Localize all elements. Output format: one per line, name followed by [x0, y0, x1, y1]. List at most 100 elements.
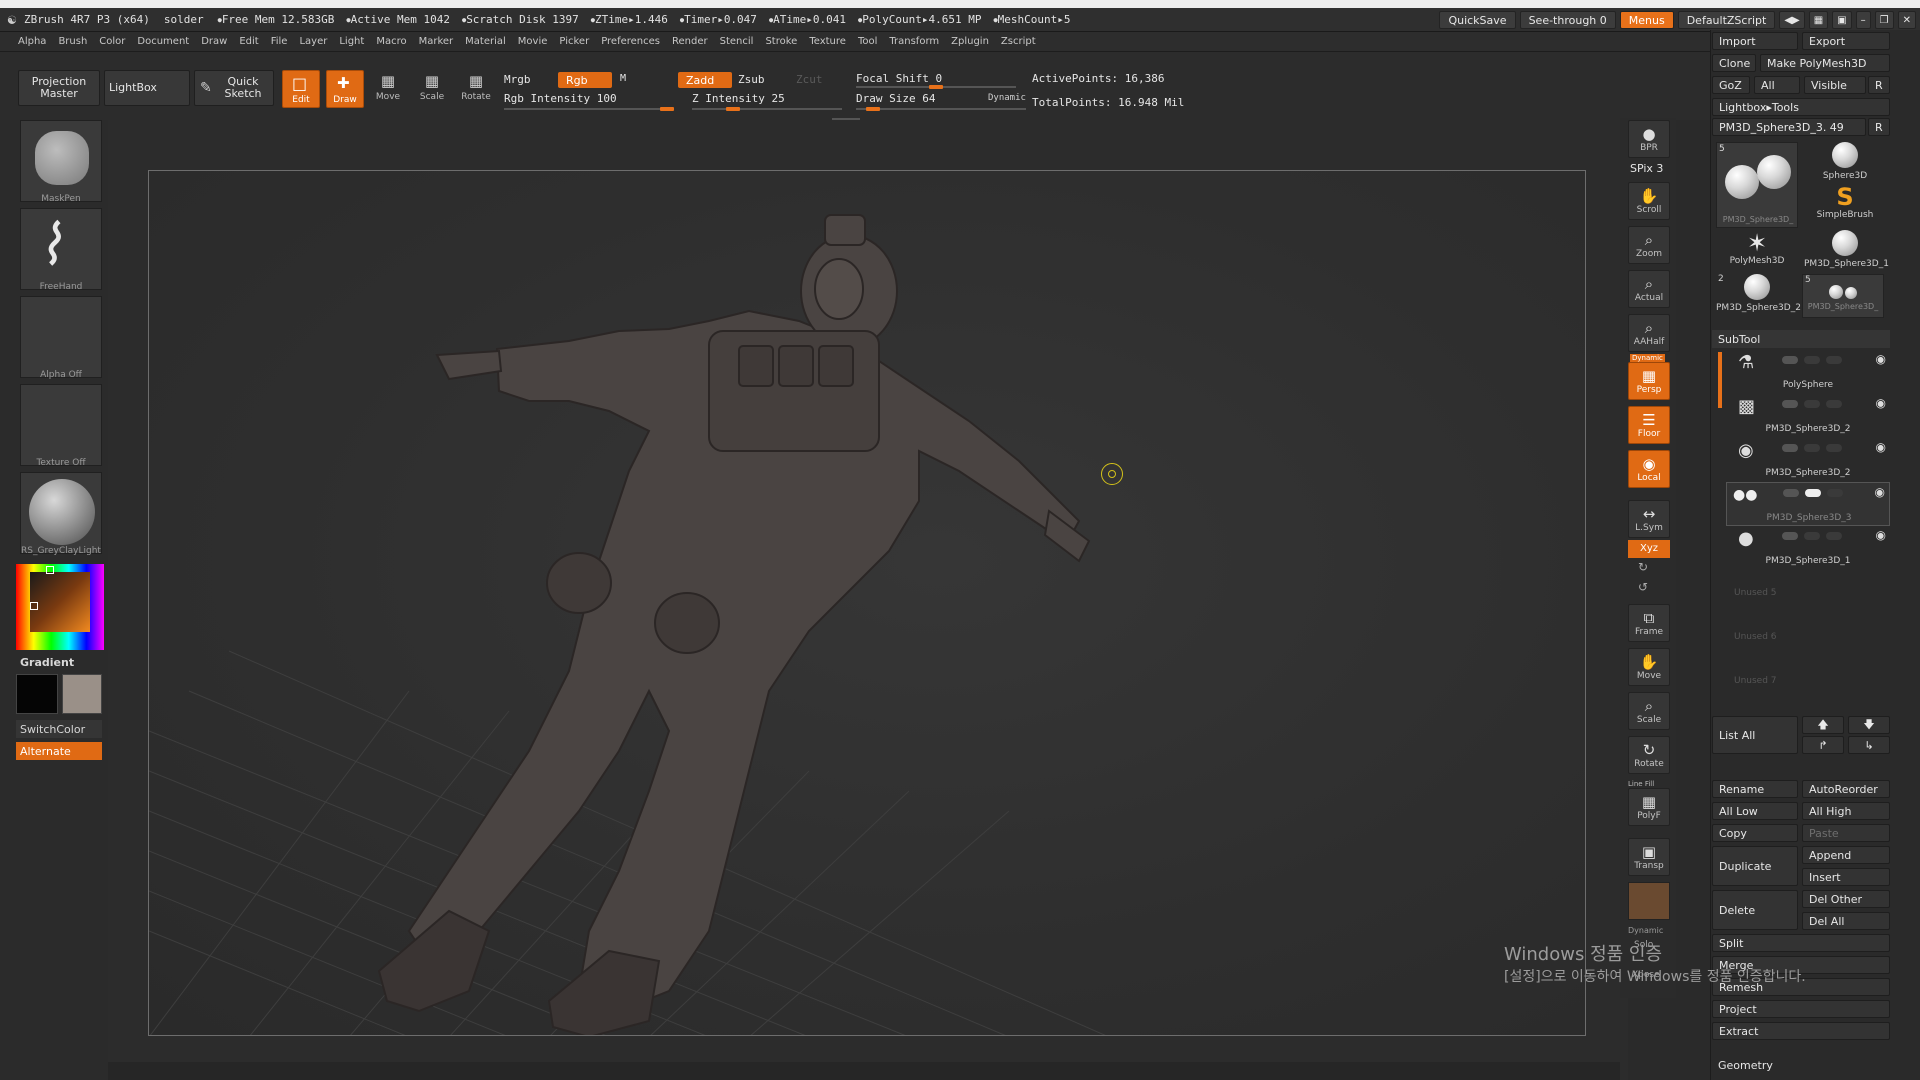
tool-thumb-pm3d-sphere3d-2[interactable]: 2 PM3D_Sphere3D_2: [1716, 274, 1801, 318]
menu-document[interactable]: Document: [137, 36, 189, 47]
tool-thumb-current[interactable]: 5 PM3D_Sphere3D_: [1716, 142, 1798, 228]
toggle-icon[interactable]: [1782, 356, 1798, 364]
export-button[interactable]: Export: [1802, 32, 1890, 50]
insert-button[interactable]: Insert: [1802, 868, 1890, 886]
z-intensity-slider[interactable]: Z Intensity 25: [692, 92, 785, 105]
copy-button[interactable]: Copy: [1712, 824, 1798, 842]
menu-edit[interactable]: Edit: [239, 36, 258, 47]
z-intensity-knob[interactable]: [726, 107, 740, 111]
menu-zplugin[interactable]: Zplugin: [951, 36, 989, 47]
document-canvas[interactable]: [148, 170, 1586, 1036]
tool-thumb-simplebrush[interactable]: S SimpleBrush: [1804, 184, 1886, 228]
focal-shift-slider[interactable]: Focal Shift 0: [856, 72, 942, 85]
all-low-button[interactable]: All Low: [1712, 802, 1798, 820]
rotate-z-icon[interactable]: ↺: [1638, 580, 1648, 594]
palette-icon[interactable]: ▣: [1832, 11, 1852, 29]
texture-thumbnail[interactable]: [20, 384, 102, 466]
current-tool-r-button[interactable]: R: [1868, 118, 1890, 136]
menu-transform[interactable]: Transform: [889, 36, 939, 47]
subtool-row-3[interactable]: ●● ◉ PM3D_Sphere3D_3: [1726, 482, 1890, 526]
tool-thumb-pm3d-sphere3d-1[interactable]: PM3D_Sphere3D_1: [1804, 230, 1889, 274]
visibility-eye-icon[interactable]: ◉: [1876, 352, 1886, 366]
tool-thumb-pm3d-sphere3d-last[interactable]: 5 PM3D_Sphere3D_: [1802, 274, 1884, 318]
move-up-branch-icon[interactable]: ↱: [1802, 736, 1844, 754]
goz-r-button[interactable]: R: [1868, 76, 1890, 94]
toggle-icon[interactable]: [1782, 400, 1798, 408]
rotate-button[interactable]: ▦ Rotate: [456, 72, 496, 102]
shelf-zoom-button[interactable]: ⌕ Zoom: [1628, 226, 1670, 264]
move-button[interactable]: ▦ Move: [368, 72, 408, 102]
toggle-icon[interactable]: [1782, 532, 1798, 540]
shelf-lsym-button[interactable]: ↔ L.Sym: [1628, 500, 1670, 538]
menu-stroke[interactable]: Stroke: [765, 36, 797, 47]
m-toggle[interactable]: M: [620, 73, 626, 84]
secondary-color-swatch[interactable]: [62, 674, 102, 714]
all-high-button[interactable]: All High: [1802, 802, 1890, 820]
menu-render[interactable]: Render: [672, 36, 708, 47]
toggle-icon[interactable]: [1782, 444, 1798, 452]
menu-zscript[interactable]: Zscript: [1001, 36, 1036, 47]
goz-button[interactable]: GoZ: [1712, 76, 1750, 94]
color-picker[interactable]: [16, 564, 104, 650]
subtool-row-0[interactable]: ⚗ ◉ PolySphere: [1726, 350, 1890, 394]
toggle-icon[interactable]: [1805, 489, 1821, 497]
toggle-icon[interactable]: [1826, 356, 1842, 364]
goz-all-button[interactable]: All: [1754, 76, 1800, 94]
move-down-branch-icon[interactable]: ↳: [1848, 736, 1890, 754]
close-icon[interactable]: ✕: [1897, 11, 1916, 29]
duplicate-button[interactable]: Duplicate: [1712, 846, 1798, 886]
alpha-thumbnail[interactable]: [20, 296, 102, 378]
geometry-header[interactable]: Geometry: [1712, 1056, 1890, 1074]
menu-marker[interactable]: Marker: [419, 36, 454, 47]
soldier-model[interactable]: [149, 171, 1586, 1036]
toggle-icon[interactable]: [1804, 532, 1820, 540]
make-polymesh-button[interactable]: Make PolyMesh3D: [1760, 54, 1890, 72]
scale-button[interactable]: ▦ Scale: [412, 72, 452, 102]
rgb-intensity-track[interactable]: [504, 108, 674, 110]
subtool-header[interactable]: SubTool: [1712, 330, 1890, 348]
layout-icon[interactable]: ▦: [1808, 11, 1829, 29]
spix-slider[interactable]: SPix 3: [1630, 162, 1663, 175]
stroke-thumbnail[interactable]: ⌇: [20, 208, 102, 290]
draw-size-slider[interactable]: Draw Size 64: [856, 92, 935, 105]
rename-button[interactable]: Rename: [1712, 780, 1798, 798]
goz-visible-button[interactable]: Visible: [1804, 76, 1866, 94]
menu-material[interactable]: Material: [465, 36, 506, 47]
tool-thumb-sphere3d[interactable]: Sphere3D: [1804, 142, 1886, 186]
subtool-row-1[interactable]: ▩ ◉ PM3D_Sphere3D_2: [1726, 394, 1890, 438]
menu-stencil[interactable]: Stencil: [720, 36, 754, 47]
color-marker[interactable]: [30, 602, 38, 610]
shelf-frame-button[interactable]: ⧉ Frame: [1628, 604, 1670, 642]
shelf-persp-button[interactable]: ▦ Persp: [1628, 362, 1670, 400]
toggle-icon[interactable]: [1804, 444, 1820, 452]
menu-texture[interactable]: Texture: [809, 36, 846, 47]
shelf-scroll-button[interactable]: ✋ Scroll: [1628, 182, 1670, 220]
rgb-intensity-knob[interactable]: [660, 107, 674, 111]
lightbox-button[interactable]: LightBox: [104, 70, 190, 106]
menu-light[interactable]: Light: [339, 36, 364, 47]
zadd-toggle[interactable]: Zadd: [678, 72, 732, 88]
del-other-button[interactable]: Del Other: [1802, 890, 1890, 908]
menu-macro[interactable]: Macro: [376, 36, 406, 47]
move-down-arrow-icon[interactable]: 🡇: [1848, 716, 1890, 734]
menu-picker[interactable]: Picker: [559, 36, 589, 47]
toggle-icon[interactable]: [1826, 532, 1842, 540]
switch-color-button[interactable]: SwitchColor: [16, 720, 102, 738]
default-zscript-button[interactable]: DefaultZScript: [1677, 11, 1776, 29]
brush-thumbnail[interactable]: [20, 120, 102, 202]
toggle-icon[interactable]: [1804, 356, 1820, 364]
autoreorder-button[interactable]: AutoReorder: [1802, 780, 1890, 798]
toggle-icon[interactable]: [1826, 444, 1842, 452]
shelf-rotate-button[interactable]: ↻ Rotate: [1628, 736, 1670, 774]
del-all-button[interactable]: Del All: [1802, 912, 1890, 930]
shelf-scale-button[interactable]: ⌕ Scale: [1628, 692, 1670, 730]
toggle-icon[interactable]: [1804, 400, 1820, 408]
material-thumbnail[interactable]: [20, 472, 102, 554]
alternate-button[interactable]: Alternate: [16, 742, 102, 760]
toggle-icon[interactable]: [1826, 400, 1842, 408]
toggle-icon[interactable]: [1827, 489, 1843, 497]
visibility-eye-icon[interactable]: ◉: [1876, 440, 1886, 454]
toggle-icon[interactable]: [1783, 489, 1799, 497]
visibility-eye-icon[interactable]: ◉: [1876, 396, 1886, 410]
menu-movie[interactable]: Movie: [518, 36, 548, 47]
